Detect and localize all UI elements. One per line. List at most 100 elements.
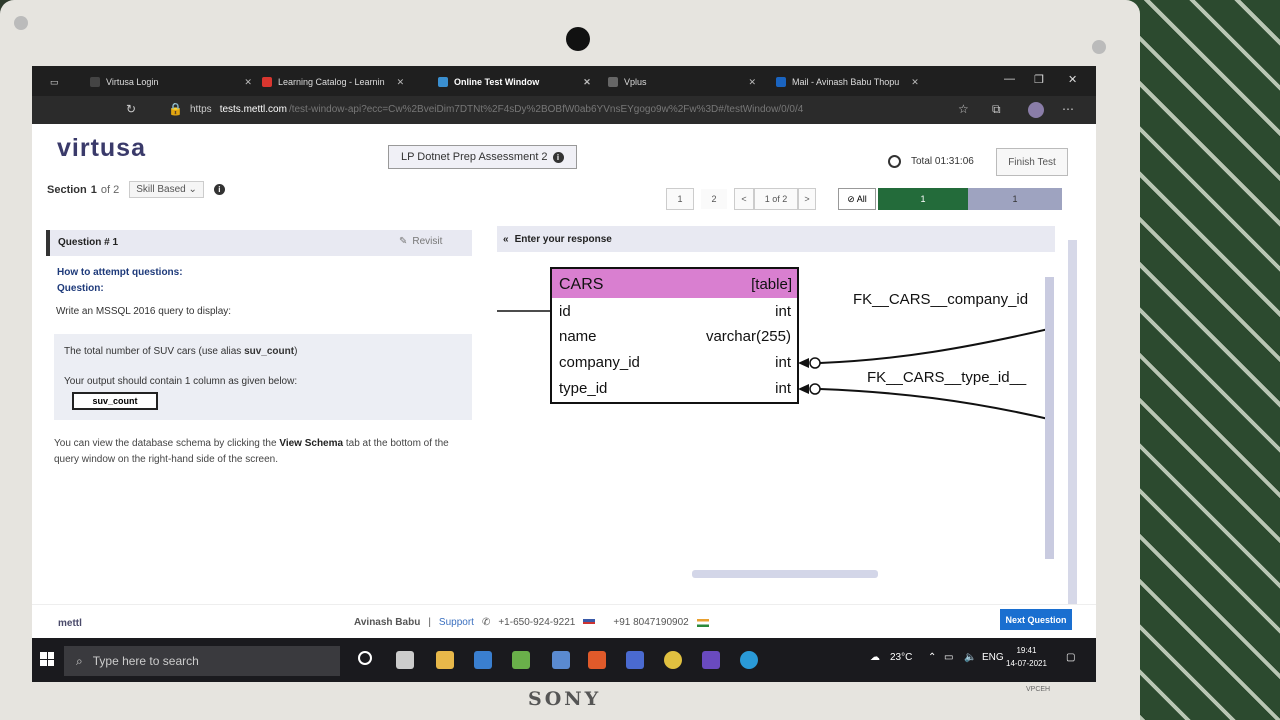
tab-label: Virtusa Login	[106, 77, 159, 87]
response-header: « Enter your response	[497, 226, 1055, 252]
volume-icon[interactable]: 🔈	[964, 652, 976, 663]
profile-avatar[interactable]	[1028, 102, 1044, 118]
page-vertical-scrollbar[interactable]	[1068, 240, 1077, 634]
tab-label: Vplus	[624, 77, 647, 87]
reload-icon[interactable]: ↻	[126, 102, 136, 116]
app-icon[interactable]	[512, 651, 530, 669]
assessment-title-button[interactable]: LP Dotnet Prep Assessment 2 i	[388, 145, 577, 169]
howto-link[interactable]: How to attempt questions:	[57, 265, 183, 281]
tray-chevron-icon[interactable]: ⌃	[928, 652, 936, 663]
timer-label: Total 01:31:06	[911, 156, 974, 167]
response-header-label: Enter your response	[514, 233, 612, 245]
revisit-button[interactable]: ✎ Revisit	[399, 236, 442, 247]
restore-icon[interactable]: ❐	[1034, 73, 1044, 86]
section-type-value: Skill Based	[136, 184, 186, 195]
answered-count-bar[interactable]: 1	[878, 188, 968, 210]
virtusa-logo: virtusa	[57, 134, 146, 162]
fk-line-company	[819, 327, 1053, 364]
info-icon[interactable]: i	[213, 184, 225, 195]
page-button-1[interactable]: 1	[666, 188, 694, 210]
windows-start-icon[interactable]	[40, 652, 54, 666]
taskbar-clock[interactable]: 19:41 14-07-2021	[1006, 644, 1047, 670]
task-view-icon[interactable]	[396, 651, 414, 669]
edge-icon[interactable]	[740, 651, 758, 669]
section-type-dropdown[interactable]: Skill Based ⌄	[129, 181, 204, 198]
section-current: 1	[90, 183, 97, 196]
chrome-icon[interactable]	[664, 651, 682, 669]
tab-online-test-window[interactable]: Online Test Window ✕	[438, 73, 591, 91]
table-name: CARS	[559, 276, 603, 293]
question-prompt: Write an MSSQL 2016 query to display:	[56, 306, 232, 317]
weather-cloud-icon[interactable]: ☁	[870, 652, 880, 663]
notification-icon[interactable]: ▢	[1066, 652, 1075, 663]
next-page-button[interactable]: >	[798, 188, 816, 210]
lock-icon[interactable]: 🔒	[168, 102, 183, 116]
column-type: int	[775, 354, 792, 371]
info-icon[interactable]: i	[552, 151, 564, 163]
outlook-favicon-icon	[776, 77, 786, 87]
language-indicator[interactable]: ENG	[982, 652, 1004, 663]
section-of: of 2	[100, 183, 120, 196]
file-explorer-icon[interactable]	[436, 651, 454, 669]
india-flag-icon	[696, 618, 709, 627]
window-close-icon[interactable]: ✕	[1068, 73, 1077, 86]
tab-actions-icon[interactable]: ▭	[50, 73, 64, 91]
mail-app-icon[interactable]	[474, 651, 492, 669]
column-name: name	[559, 328, 597, 345]
prev-page-button[interactable]: <	[734, 188, 754, 210]
close-icon[interactable]: ✕	[583, 77, 591, 88]
page-button-2[interactable]: 2	[700, 188, 728, 210]
tab-virtusa-login[interactable]: Virtusa Login ✕	[90, 73, 252, 91]
battery-icon[interactable]: ▭	[944, 652, 953, 663]
question-header: Question # 1 ✎ Revisit	[46, 230, 472, 256]
close-icon[interactable]: ✕	[911, 77, 919, 88]
model-label: VPCEH	[1026, 686, 1051, 693]
app-icon[interactable]	[626, 651, 644, 669]
question-title: Question # 1	[58, 237, 119, 248]
column-type: int	[775, 380, 792, 397]
url-path: /test-window-api?ecc=Cw%2BveiDim7DTNt%2F…	[288, 104, 804, 115]
requirement-text: The total number of SUV cars (use alias …	[64, 346, 298, 357]
schema-diagram-svg: CARS [table] id int name varchar(255) co…	[497, 267, 1053, 421]
schema-diagram[interactable]: CARS [table] id int name varchar(255) co…	[497, 260, 1053, 560]
close-icon[interactable]: ✕	[397, 77, 405, 88]
fk-arrow-icon	[798, 358, 809, 368]
address-bar: ↻ 🔒 https tests.mettl.com/test-window-api…	[32, 96, 1096, 124]
clock-time: 19:41	[1016, 646, 1037, 655]
mettl-favicon-icon	[438, 77, 448, 87]
screen: ▭ Virtusa Login ✕ Learning Catalog - Lea…	[32, 66, 1096, 682]
weather-temp[interactable]: 23°C	[890, 652, 912, 663]
taskbar-search-input[interactable]: ⌕ Type here to search	[64, 646, 340, 676]
tab-learning-catalog[interactable]: Learning Catalog - Learnin ✕	[262, 73, 404, 91]
tab-mail[interactable]: Mail - Avinash Babu Thopu ✕	[776, 73, 919, 91]
diagram-horizontal-scrollbar[interactable]	[692, 570, 878, 578]
next-question-button[interactable]: Next Question	[1000, 609, 1072, 630]
timer: Total 01:31:06	[888, 155, 974, 168]
favorite-star-icon[interactable]: ☆	[958, 102, 969, 116]
office-icon[interactable]	[588, 651, 606, 669]
alias-name: suv_count	[244, 346, 295, 357]
fk-arrow-icon	[798, 384, 809, 394]
app-icon[interactable]	[552, 651, 570, 669]
unanswered-count-bar[interactable]: 1	[968, 188, 1062, 210]
diagram-vertical-scrollbar[interactable]	[1045, 277, 1054, 559]
fk-connector	[809, 383, 821, 395]
close-icon[interactable]: ✕	[244, 77, 252, 88]
visual-studio-icon[interactable]	[702, 651, 720, 669]
url-protocol: https	[190, 104, 212, 115]
page-footer: mettl Avinash Babu | Support ✆ +1-650-92…	[32, 604, 1096, 638]
phone-in: +91 8047190902	[613, 617, 689, 628]
close-icon[interactable]: ✕	[749, 77, 757, 88]
more-menu-icon[interactable]: ⋯	[1062, 102, 1074, 116]
fk-label-company: FK__CARS__company_id	[853, 291, 1028, 308]
cortana-icon[interactable]	[358, 651, 372, 665]
collapse-icon[interactable]: «	[503, 234, 509, 245]
collections-icon[interactable]: ⧉	[992, 102, 1001, 117]
filter-all-button[interactable]: ⊘ All	[838, 188, 876, 210]
minimize-icon[interactable]: —	[1004, 73, 1015, 85]
tab-vplus[interactable]: Vplus ✕	[608, 73, 756, 91]
url-field[interactable]: https tests.mettl.com/test-window-api?ecc…	[190, 104, 803, 115]
support-link[interactable]: Support	[439, 617, 474, 628]
finish-test-button[interactable]: Finish Test	[996, 148, 1068, 176]
fk-label-type: FK__CARS__type_id__	[867, 369, 1027, 386]
